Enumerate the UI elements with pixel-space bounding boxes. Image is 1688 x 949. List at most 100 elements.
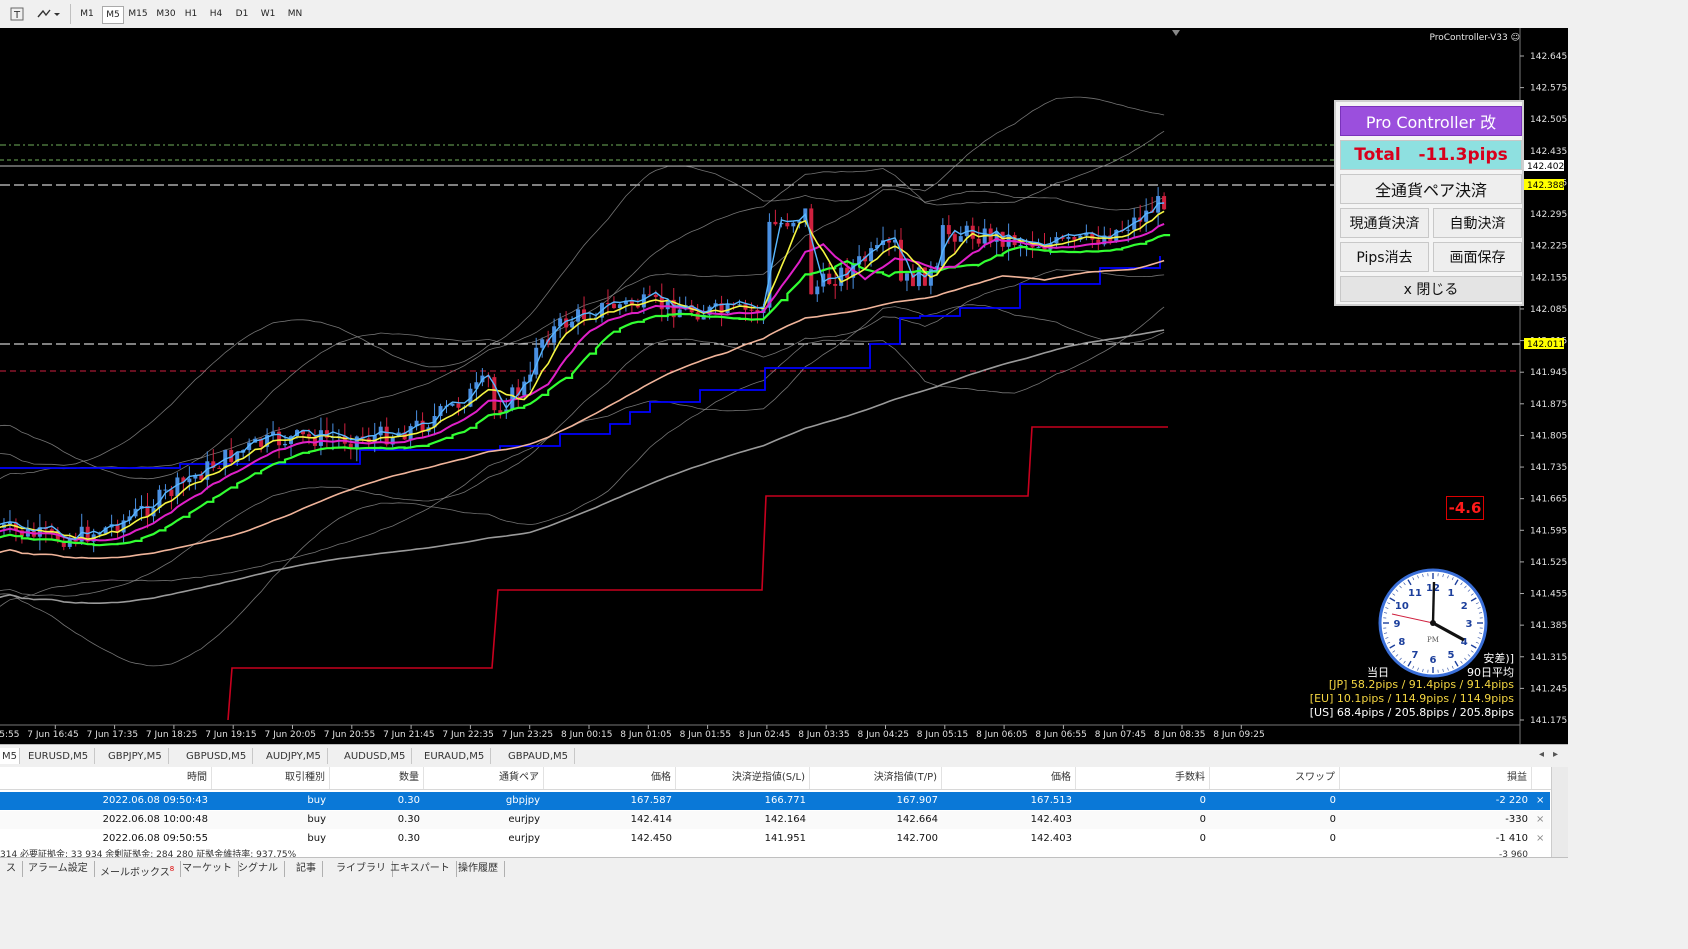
timeframe-m30[interactable]: M30 (154, 6, 178, 22)
timeframe-m1[interactable]: M1 (78, 6, 96, 22)
ma-mid-line (0, 222, 1165, 542)
timeframe-h4[interactable]: H4 (206, 6, 226, 22)
column-header-3[interactable]: 通貨ペア (424, 767, 544, 789)
terminal-tab-8[interactable]: 操作履歴 (452, 861, 505, 877)
cell-time: 2022.06.08 09:50:55 (102, 833, 208, 844)
mailbox-badge: 8 (169, 865, 175, 873)
cell-current: 142.403 (1030, 833, 1072, 844)
symbol-tab-m5[interactable]: M5 (0, 748, 20, 764)
cell-price: 167.587 (630, 795, 672, 806)
tab-scroll-right-icon[interactable]: ▸ (1553, 749, 1558, 760)
clock-number: 9 (1394, 619, 1401, 630)
column-header-4[interactable]: 価格 (544, 767, 676, 789)
terminal-scrollbar[interactable] (1551, 767, 1568, 857)
terminal-tab-0[interactable]: ス (0, 861, 23, 877)
time-tick-label: 7 Jun 16:45 (27, 730, 78, 740)
price-tick-label: 142.295 (1530, 210, 1567, 220)
symbol-tab-gbpjpy-m5[interactable]: GBPJPY,M5 (102, 748, 169, 764)
cell-fee: 0 (1199, 795, 1206, 806)
close-all-pairs-button[interactable]: 全通貨ペア決済 (1340, 174, 1522, 204)
symbol-tab-eurusd-m5[interactable]: EURUSD,M5 (22, 748, 96, 764)
close-position-icon[interactable]: × (1536, 792, 1544, 810)
column-header-1[interactable]: 取引種別 (212, 767, 330, 789)
floating-pips-box: -4.6 (1446, 496, 1484, 520)
column-header-5[interactable]: 決済逆指値(S/L) (676, 767, 810, 789)
price-chart[interactable]: 142.645142.575142.505142.435142.365142.2… (0, 28, 1568, 744)
column-header-8[interactable]: 手数料 (1076, 767, 1210, 789)
price-tick-label: 141.385 (1530, 621, 1567, 631)
candle-body (187, 478, 192, 483)
chart-canvas: 142.645142.575142.505142.435142.365142.2… (0, 28, 1568, 744)
time-tick-label: 8 Jun 06:55 (1035, 730, 1086, 740)
price-tick-label: 141.595 (1530, 526, 1567, 536)
time-tick-label: 8 Jun 01:55 (680, 730, 731, 740)
candle-body (420, 420, 425, 432)
price-tick-label: 141.735 (1530, 463, 1567, 473)
timeframe-m5[interactable]: M5 (102, 6, 124, 24)
clock-number: 7 (1412, 650, 1419, 661)
candle-body (946, 225, 951, 235)
terminal-tab-2[interactable]: メールボックス8 (94, 861, 182, 878)
sort-icon[interactable]: ▽ (531, 772, 537, 781)
symbol-tabs-bar: M5 EURUSD,M5 GBPJPY,M5 GBPUSD,M5 AUDJPY,M5 AU… (0, 744, 1568, 768)
trade-terminal: 時間 取引種別 数量 通貨ペア 価格 決済逆指値(S/L) 決済指値(T/P) 価格 手数料 スワ… (0, 767, 1568, 860)
close-position-icon[interactable]: × (1536, 830, 1544, 848)
candle-body (1072, 236, 1077, 240)
timeframe-m15[interactable]: M15 (126, 6, 150, 22)
position-row[interactable]: 2022.06.08 09:50:55 buy 0.30 eurjpy 142.450 1… (0, 830, 1550, 848)
price-tick-label: 142.435 (1530, 147, 1567, 157)
column-header-2[interactable]: 数量 (330, 767, 424, 789)
symbol-tab-gbpaud-m5[interactable]: GBPAUD,M5 (502, 748, 576, 764)
terminal-tab-3[interactable]: マーケット (176, 861, 239, 877)
column-header-7[interactable]: 価格 (942, 767, 1076, 789)
price-tick-label: 142.155 (1530, 273, 1567, 283)
close-panel-button[interactable]: x 閉じる (1340, 276, 1522, 302)
column-header-0[interactable]: 時間 (0, 767, 212, 789)
timeframe-w1[interactable]: W1 (258, 6, 278, 22)
time-tick-label: 7 Jun 17:35 (87, 730, 138, 740)
timeframe-h1[interactable]: H1 (182, 6, 200, 22)
pro-controller-panel: Pro Controller 改 Total -11.3pips 全通貨ペア決済… (1334, 100, 1524, 306)
candle-body (318, 430, 323, 446)
price-tick-label: 142.085 (1530, 305, 1567, 315)
column-header-6[interactable]: 決済指値(T/P) (810, 767, 942, 789)
candle-body (306, 434, 311, 437)
terminal-tab-1[interactable]: アラーム設定 (22, 861, 95, 877)
clock-number: 11 (1408, 588, 1422, 599)
timeframe-mn[interactable]: MN (284, 6, 306, 22)
symbol-tab-euraud-m5[interactable]: EURAUD,M5 (418, 748, 492, 764)
position-row[interactable]: 2022.06.08 09:50:43 buy 0.30 gbpjpy 167.587 1… (0, 792, 1550, 810)
candle-body (952, 234, 957, 242)
symbol-tab-audjpy-m5[interactable]: AUDJPY,M5 (260, 748, 328, 764)
support-step-line (0, 256, 1161, 469)
price-tick-label: 142.645 (1530, 52, 1567, 62)
auto-close-button[interactable]: 自動決済 (1433, 208, 1522, 238)
terminal-tab-5[interactable]: 記事 (290, 861, 323, 877)
cell-pl: -1 410 (1495, 833, 1528, 844)
clock-number: 3 (1466, 619, 1473, 630)
stats-us: [US] 68.4pips / 205.8pips / 205.8pips (1309, 706, 1514, 719)
candle-body (283, 443, 288, 446)
clock-number: 5 (1448, 650, 1455, 661)
time-tick-label: 7 Jun 23:25 (502, 730, 553, 740)
terminal-tab-7[interactable]: エキスパート (384, 861, 457, 877)
position-row[interactable]: 2022.06.08 10:00:48 buy 0.30 eurjpy 142.414 1… (0, 811, 1550, 829)
close-current-pair-button[interactable]: 現通貨決済 (1340, 208, 1429, 238)
time-tick-label: 8 Jun 09:25 (1213, 730, 1264, 740)
timeframe-d1[interactable]: D1 (232, 6, 252, 22)
column-header-9[interactable]: スワップ (1210, 767, 1340, 789)
save-screen-button[interactable]: 画面保存 (1433, 242, 1522, 272)
column-header-10[interactable]: 損益 (1340, 767, 1532, 789)
symbol-tab-gbpusd-m5[interactable]: GBPUSD,M5 (180, 748, 254, 764)
candle-body (725, 304, 730, 314)
symbol-tab-audusd-m5[interactable]: AUDUSD,M5 (338, 748, 413, 764)
clear-pips-button[interactable]: Pips消去 (1340, 242, 1429, 272)
candle-body (773, 221, 778, 225)
time-tick-label: 7 Jun 20:05 (265, 730, 316, 740)
text-tool-icon[interactable]: T (8, 5, 26, 23)
drawing-tools-icon[interactable] (34, 5, 62, 23)
close-position-icon[interactable]: × (1536, 811, 1544, 829)
tab-scroll-left-icon[interactable]: ◂ (1539, 749, 1544, 760)
terminal-tab-4[interactable]: シグナル (232, 861, 285, 877)
analog-clock: 121234567891011PM (1378, 568, 1488, 678)
